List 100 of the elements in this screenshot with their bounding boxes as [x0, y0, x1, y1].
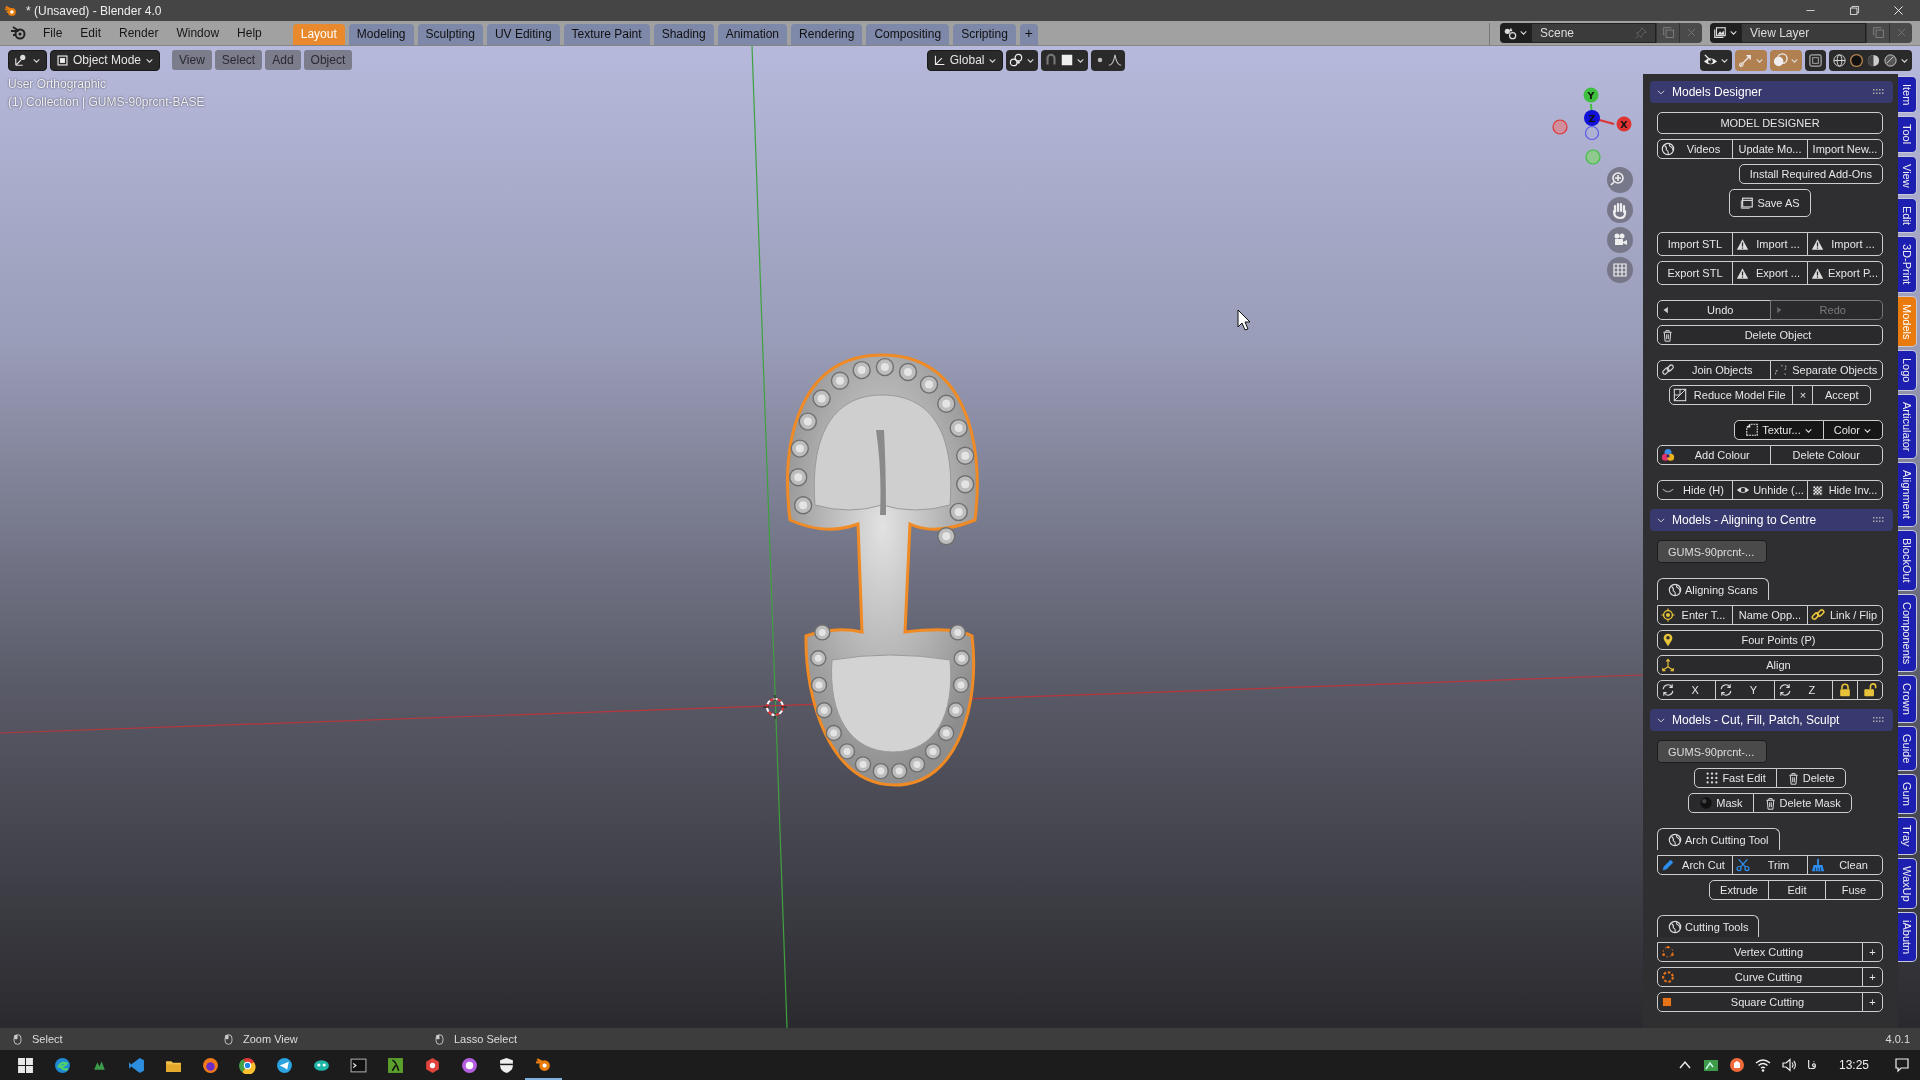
panel-header[interactable]: Models Designer — [1650, 81, 1893, 103]
sidebar-tab[interactable]: Guide — [1898, 725, 1917, 772]
button[interactable]: Fast Edit — [1694, 768, 1777, 788]
proportional-edit-button[interactable] — [1091, 49, 1126, 71]
sidebar-tab[interactable]: Crown — [1898, 675, 1917, 723]
button[interactable]: Clean — [1807, 855, 1883, 875]
button[interactable]: Link / Flip — [1807, 605, 1883, 625]
lock-toggle[interactable] — [1832, 680, 1858, 700]
notification-icon[interactable] — [1893, 1057, 1910, 1073]
pivot-button[interactable] — [1006, 49, 1039, 71]
editor-type-button[interactable] — [8, 49, 47, 71]
workspace-tab[interactable]: UV Editing — [486, 24, 560, 45]
button[interactable]: Videos — [1657, 139, 1733, 159]
camera-icon[interactable] — [1607, 227, 1633, 253]
hand-icon[interactable] — [1607, 197, 1633, 223]
button[interactable]: Export STL — [1657, 261, 1733, 285]
button[interactable]: Join Objects — [1657, 360, 1771, 380]
half-sphere-icon[interactable] — [1866, 52, 1881, 68]
button[interactable]: Delete Mask — [1752, 793, 1852, 813]
snap-button[interactable] — [1041, 49, 1089, 71]
drag-handle-icon[interactable] — [1873, 89, 1885, 95]
button[interactable]: + — [1862, 992, 1883, 1012]
sidebar-tab[interactable]: Logo — [1898, 350, 1917, 391]
button[interactable]: Separate Objects — [1769, 360, 1883, 380]
shading-buttons[interactable] — [1829, 49, 1912, 71]
app-icon[interactable] — [54, 1056, 71, 1074]
grid-icon[interactable] — [1607, 257, 1633, 283]
button[interactable]: Vertex Cutting — [1657, 942, 1863, 962]
button[interactable]: Curve Cutting — [1657, 967, 1863, 987]
sidebar-tab[interactable]: Item — [1898, 76, 1917, 114]
axis-handle[interactable] — [1584, 110, 1600, 126]
button[interactable]: Save AS — [1729, 189, 1811, 217]
sidebar-tab[interactable]: WaxUp — [1898, 857, 1917, 910]
button[interactable]: Y — [1715, 680, 1775, 700]
app-icon[interactable] — [461, 1056, 478, 1074]
button[interactable]: Edit — [1768, 880, 1826, 900]
sidebar-tab[interactable]: Tool — [1898, 116, 1917, 153]
menu-item[interactable]: Render — [110, 26, 168, 40]
axis-handle[interactable] — [1616, 116, 1632, 132]
rendered-sphere-icon[interactable] — [1883, 52, 1898, 68]
remove-button[interactable] — [1889, 22, 1912, 43]
button[interactable]: Delete — [1775, 768, 1846, 788]
header-menu[interactable]: Add — [265, 50, 301, 70]
sidebar-tab[interactable]: 3D-Print — [1898, 236, 1917, 293]
axis-handle[interactable] — [1584, 125, 1600, 141]
button[interactable]: Name Opp... — [1732, 605, 1808, 625]
name-field[interactable]: View Layer — [1741, 22, 1866, 43]
button[interactable]: Import STL — [1657, 232, 1733, 256]
button[interactable]: Update Mo... — [1732, 139, 1808, 159]
button[interactable]: Import New... — [1807, 139, 1883, 159]
axis-handle[interactable] — [1585, 149, 1601, 165]
app-icon[interactable] — [1702, 1057, 1719, 1073]
app-icon[interactable] — [424, 1056, 441, 1074]
app-icon[interactable] — [535, 1055, 552, 1073]
button[interactable]: Square Cutting — [1657, 992, 1863, 1012]
workspace-tab[interactable]: Texture Paint — [563, 24, 650, 45]
chevron-icon[interactable] — [1656, 87, 1666, 97]
button[interactable]: Import ... — [1732, 232, 1808, 256]
app-icon[interactable] — [1728, 1057, 1745, 1073]
chevron-icon[interactable] — [1656, 715, 1666, 725]
copy-button[interactable] — [1866, 22, 1889, 43]
header-menu[interactable]: Object — [303, 50, 353, 70]
axis-handle[interactable] — [1583, 87, 1599, 103]
button[interactable]: + — [1862, 942, 1883, 962]
button[interactable]: Four Points (P) — [1657, 630, 1883, 650]
sidebar-tab[interactable]: Components — [1898, 593, 1917, 672]
mode-dropdown[interactable]: Object Mode — [50, 49, 161, 71]
button[interactable]: Delete Colour — [1769, 445, 1883, 465]
lock-toggle[interactable] — [1857, 680, 1883, 700]
button[interactable]: Arch Cut — [1657, 855, 1733, 875]
panel-header[interactable]: Models - Cut, Fill, Patch, Sculpt — [1650, 709, 1893, 731]
button[interactable]: Add Colour — [1657, 445, 1771, 465]
dropdown[interactable]: Textur... — [1734, 420, 1824, 440]
visibility-button[interactable] — [1700, 49, 1732, 71]
workspace-tab[interactable]: Shading — [653, 24, 714, 45]
button[interactable]: Hide Inv... — [1807, 480, 1883, 500]
zoom-in-icon[interactable] — [1607, 167, 1633, 193]
button[interactable]: + — [1862, 967, 1883, 987]
button[interactable]: Unhide (... — [1732, 480, 1808, 500]
button[interactable]: Z — [1773, 680, 1833, 700]
button[interactable]: Trim — [1732, 855, 1808, 875]
sidebar-tab[interactable]: iAbutm — [1898, 912, 1917, 963]
dropdown[interactable]: Color — [1822, 420, 1883, 440]
start-icon[interactable] — [17, 1056, 34, 1074]
workspace-tab[interactable]: Animation — [717, 24, 788, 45]
sidebar-tab[interactable]: Articulator — [1898, 393, 1917, 460]
app-icon[interactable] — [387, 1056, 404, 1074]
button[interactable]: Align — [1657, 655, 1883, 675]
button[interactable]: Delete Object — [1657, 325, 1883, 345]
menu-item[interactable]: Window — [167, 26, 229, 40]
button[interactable]: MODEL DESIGNER — [1657, 112, 1883, 134]
app-icon[interactable] — [202, 1056, 219, 1074]
menu-item[interactable]: Help — [228, 26, 271, 40]
speaker-icon[interactable] — [1780, 1057, 1797, 1073]
button[interactable]: Enter T... — [1657, 605, 1733, 625]
shield-icon[interactable] — [498, 1056, 515, 1074]
clock[interactable]: 13:25 — [1838, 1058, 1869, 1072]
sidebar-tab[interactable]: Gum — [1898, 774, 1917, 814]
chevron-icon[interactable] — [1656, 515, 1666, 525]
selector-button[interactable] — [1710, 22, 1741, 43]
